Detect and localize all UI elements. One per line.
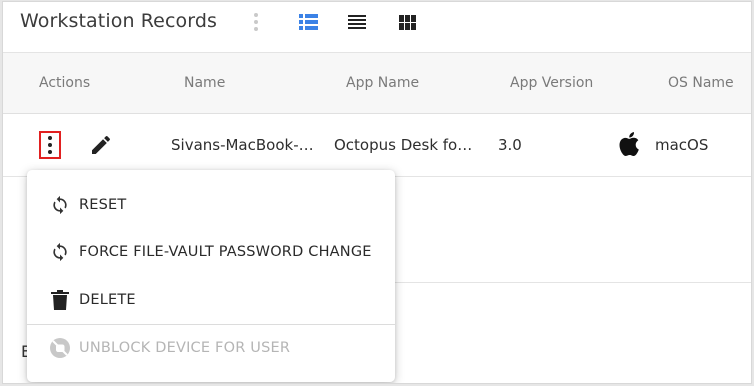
refresh-icon [49,194,71,216]
edit-button[interactable] [89,133,113,157]
apple-icon [619,132,639,157]
menu-item-unblock-device-for-user[interactable]: UNBLOCK DEVICE FOR USER [27,325,395,371]
kebab-vertical-icon [48,136,52,154]
column-header-name[interactable]: Name [184,75,225,91]
menu-item-label: UNBLOCK DEVICE FOR USER [79,340,291,356]
panel-header: Workstation Records [3,2,751,53]
column-header-app-version[interactable]: App Version [510,75,593,91]
cell-app-version: 3.0 [498,136,522,154]
menu-item-label: RESET [79,197,127,213]
menu-item-force-file-vault-password-change[interactable]: FORCE FILE-VAULT PASSWORD CHANGE [27,229,395,275]
page-title: Workstation Records [20,10,217,32]
workstation-records-panel: Workstation Records Actions Name App Nam… [2,1,752,384]
menu-item-delete[interactable]: DELETE [27,277,395,323]
trash-icon [49,289,71,311]
menu-item-label: DELETE [79,292,136,308]
grid-view-icon [398,14,416,30]
pencil-icon [92,135,111,154]
refresh-icon [49,241,71,263]
menu-item-reset[interactable]: RESET [27,182,395,228]
block-icon [49,337,71,359]
menu-item-label: FORCE FILE-VAULT PASSWORD CHANGE [79,244,372,260]
header-more-button[interactable] [246,12,266,32]
cell-name: Sivans-MacBook-… [171,136,314,154]
table-header: Actions Name App Name App Version OS Nam… [3,53,751,114]
compact-list-icon [348,15,366,29]
column-header-os-name[interactable]: OS Name [668,75,734,91]
column-header-actions[interactable]: Actions [39,75,90,91]
list-view-button[interactable] [298,12,318,32]
column-header-app-name[interactable]: App Name [346,75,419,91]
table-row[interactable]: Sivans-MacBook-… Octopus Desk fo… 3.0 ma… [3,114,751,177]
kebab-vertical-icon [254,13,258,31]
row-actions-menu: RESET FORCE FILE-VAULT PASSWORD CHANGE D… [27,170,395,382]
row-actions-button[interactable] [39,131,61,159]
grid-view-button[interactable] [397,12,417,32]
divider [393,282,751,283]
list-view-icon [298,14,318,30]
compact-list-button[interactable] [347,12,367,32]
cell-os-name: macOS [655,136,709,154]
cell-app-name: Octopus Desk fo… [334,136,473,154]
